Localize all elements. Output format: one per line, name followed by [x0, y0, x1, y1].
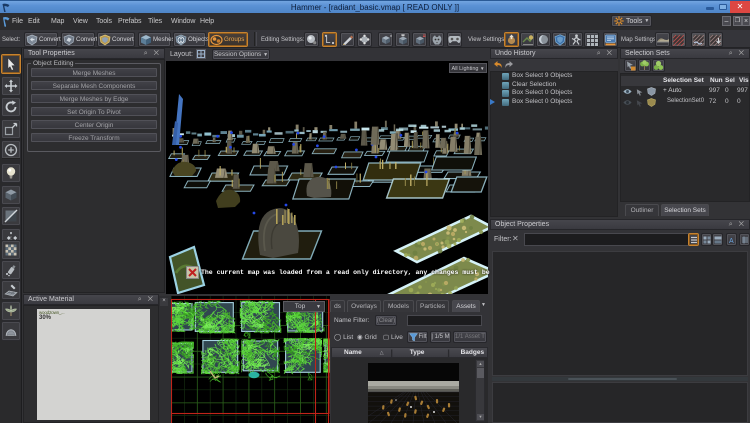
svg-text:A: A — [729, 238, 734, 244]
